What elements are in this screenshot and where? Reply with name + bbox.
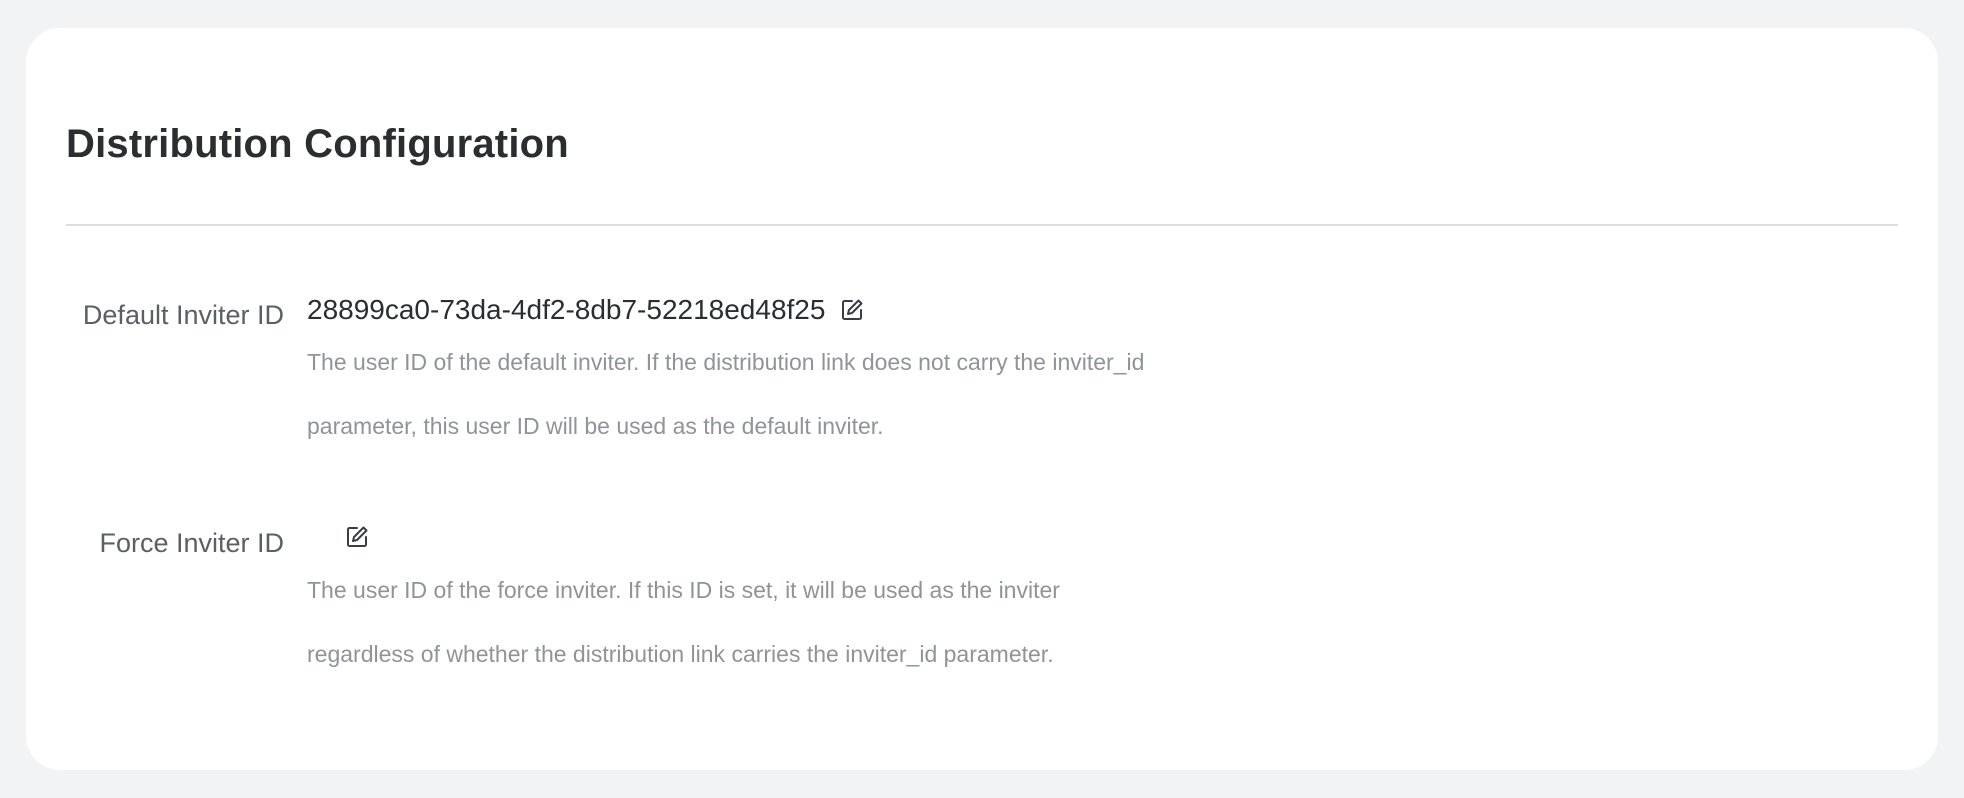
- default-inviter-label: Default Inviter ID: [82, 300, 284, 330]
- help-line: The user ID of the default inviter. If t…: [307, 349, 1145, 375]
- default-inviter-help: The user ID of the default inviter. If t…: [307, 330, 1307, 458]
- default-inviter-value-group: 28899ca0-73da-4df2-8db7-52218ed48f25: [307, 296, 865, 324]
- title-divider: [66, 224, 1898, 226]
- distribution-config-card: Distribution Configuration Default Invit…: [26, 28, 1938, 770]
- force-inviter-help: The user ID of the force inviter. If thi…: [307, 558, 1307, 686]
- edit-icon[interactable]: [839, 297, 865, 323]
- edit-icon[interactable]: [344, 524, 370, 550]
- help-line: parameter, this user ID will be used as …: [307, 413, 884, 439]
- force-inviter-label: Force Inviter ID: [99, 528, 284, 558]
- force-inviter-value-group: [307, 524, 370, 550]
- default-inviter-value: 28899ca0-73da-4df2-8db7-52218ed48f25: [307, 294, 826, 325]
- help-line: regardless of whether the distribution l…: [307, 641, 1054, 667]
- page-title: Distribution Configuration: [66, 122, 569, 166]
- help-line: The user ID of the force inviter. If thi…: [307, 577, 1060, 603]
